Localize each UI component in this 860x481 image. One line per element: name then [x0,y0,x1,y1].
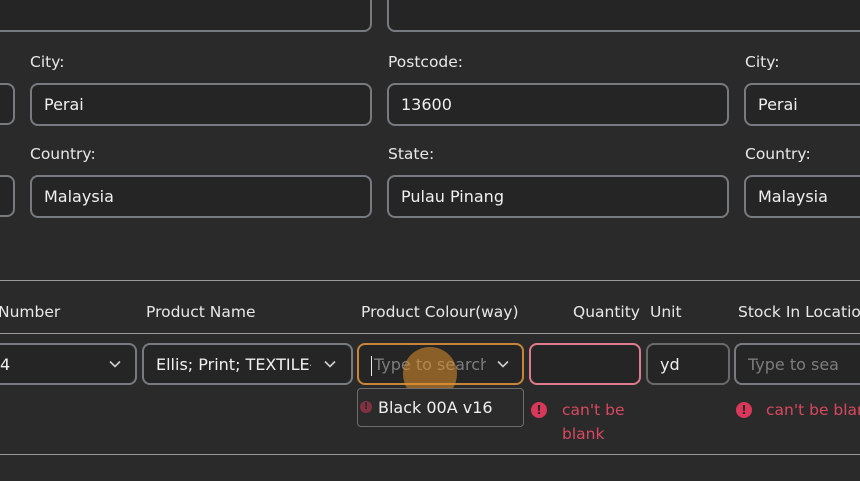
unit-input[interactable]: yd [646,343,730,385]
country-label-right: Country: [745,145,811,163]
product-name-value: Ellis; Print; TEXTILE-W [156,354,311,374]
postcode-field[interactable]: 13600 [387,83,729,126]
header-product-colour: Product Colour(way) [361,303,519,321]
text-cursor [371,356,372,376]
stock-location-search-input[interactable]: Type to sea [734,343,860,385]
dropdown-option-label: Black 00A v16 [378,398,493,417]
table-header-rule [0,333,860,334]
chevron-down-icon[interactable] [324,358,336,370]
address-line-field-left[interactable] [0,0,372,32]
country-label: Country: [30,145,96,163]
city-label-right: City: [745,53,780,71]
error-icon: ! [736,402,752,418]
header-unit: Unit [650,303,682,321]
colour-dropdown-option[interactable]: Black 00A v16 [357,388,524,427]
country-field-right[interactable]: Malaysia [744,175,860,218]
city-label: City: [30,53,65,71]
header-number: Number [0,303,61,321]
postcode-label: Postcode: [388,53,464,71]
table-bottom-rule [0,454,860,455]
number-value: 4 [0,354,11,374]
error-icon: ! [360,401,372,413]
city-field[interactable]: Perai [30,83,372,126]
left-partial-field-1[interactable] [0,83,15,125]
state-label: State: [388,145,435,163]
header-quantity: Quantity [573,303,640,321]
quantity-input[interactable] [529,343,641,385]
state-field[interactable]: Pulau Pinang [387,175,729,218]
product-name-select[interactable]: Ellis; Print; TEXTILE-W [142,343,353,385]
city-field-right[interactable]: Perai [744,83,860,126]
error-icon: ! [531,402,547,418]
stock-error-text: can't be blank [766,401,860,419]
chevron-down-icon[interactable] [497,358,509,370]
chevron-down-icon[interactable] [109,358,121,370]
stock-placeholder: Type to sea [748,354,839,374]
table-top-rule [0,280,860,281]
left-partial-field-2[interactable] [0,175,15,217]
header-product-name: Product Name [146,303,256,321]
address-line-field-right[interactable] [387,0,860,32]
quantity-error-text: can't be blank [562,401,625,443]
header-stock-location: Stock In Location [738,303,860,321]
country-field[interactable]: Malaysia [30,175,372,218]
